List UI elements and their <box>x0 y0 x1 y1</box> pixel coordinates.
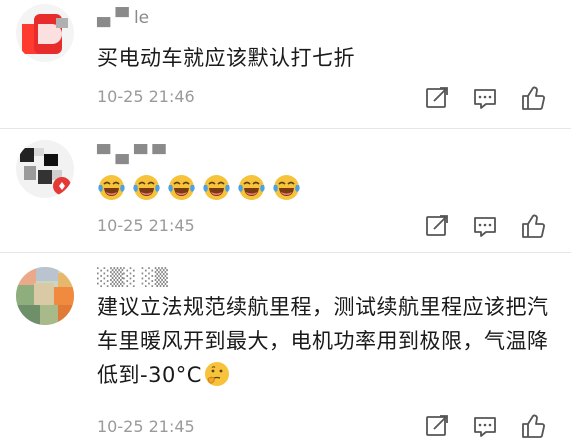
tears-of-joy-emoji-icon <box>98 175 125 200</box>
comment-actions <box>423 212 553 240</box>
reply-icon[interactable] <box>471 212 499 240</box>
avatar[interactable] <box>16 267 74 325</box>
timestamp: 10-25 21:46 <box>97 87 195 106</box>
like-icon[interactable] <box>519 412 547 440</box>
pixelated-landscape-avatar-icon <box>16 267 74 325</box>
tears-of-joy-emoji-icon <box>168 175 195 200</box>
like-icon[interactable] <box>519 84 547 112</box>
comment-item: ░▒░ ░▒ 建议立法规范续航里程，测试续航里程应该把汽车里暖风开到最大，电机功… <box>0 253 571 447</box>
tears-of-joy-emoji-icon <box>238 175 265 200</box>
tears-of-joy-emoji-icon <box>273 175 300 200</box>
thinking-face-emoji-icon <box>204 362 229 386</box>
comment-text-content: 建议立法规范续航里程，测试续航里程应该把汽车里暖风开到最大，电机功率用到极限，气… <box>97 295 549 387</box>
avatar[interactable] <box>16 4 74 62</box>
like-icon[interactable] <box>519 212 547 240</box>
comment-actions <box>423 84 553 112</box>
share-icon[interactable] <box>423 212 451 240</box>
username[interactable]: ▄ ▀ le <box>97 8 149 28</box>
share-icon[interactable] <box>423 84 451 112</box>
tears-of-joy-emoji-icon <box>203 175 230 200</box>
comment-item: ▄ ▀ le 买电动车就应该默认打七折 10-25 21:46 <box>0 0 571 129</box>
emoji-row <box>97 173 307 203</box>
pixelated-avatar-icon <box>16 140 74 198</box>
timestamp: 10-25 21:45 <box>97 417 195 436</box>
comment-text: 买电动车就应该默认打七折 <box>97 46 355 70</box>
reply-icon[interactable] <box>471 84 499 112</box>
username[interactable]: ░▒░ ░▒ <box>97 268 168 288</box>
comment-text: 建议立法规范续航里程，测试续航里程应该把汽车里暖风开到最大，电机功率用到极限，气… <box>97 290 557 392</box>
reply-icon[interactable] <box>471 412 499 440</box>
comment-item: ▀ ▄ ▀ ▀ 10-25 21:45 <box>0 129 571 253</box>
timestamp: 10-25 21:45 <box>97 216 195 235</box>
avatar[interactable] <box>16 140 74 198</box>
tears-of-joy-emoji-icon <box>133 175 160 200</box>
share-icon[interactable] <box>423 412 451 440</box>
red-logo-avatar-icon <box>16 4 74 62</box>
username[interactable]: ▀ ▄ ▀ ▀ <box>97 145 166 165</box>
comment-actions <box>423 412 553 440</box>
